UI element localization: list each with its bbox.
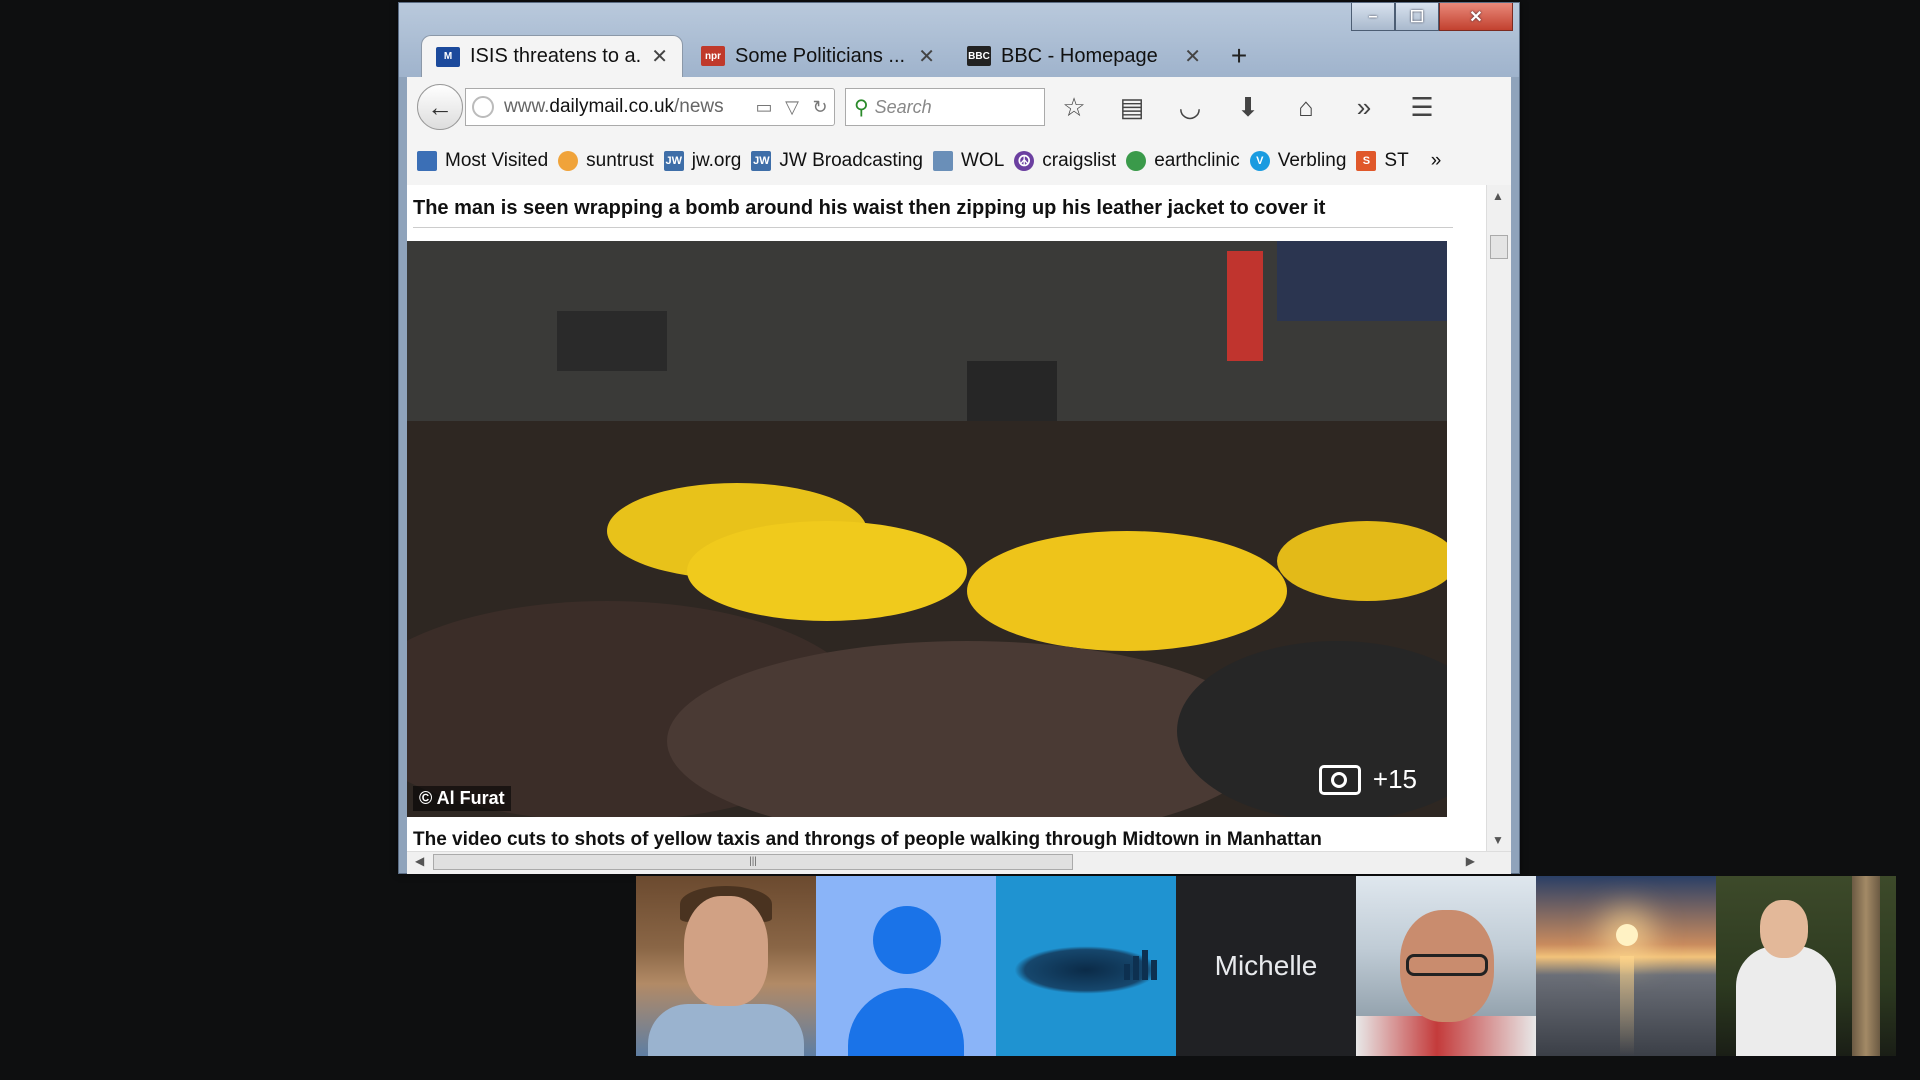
participant-name: Michelle (1214, 950, 1318, 981)
scroll-down-icon[interactable]: ▼ (1492, 833, 1504, 847)
camera-icon (1318, 764, 1361, 795)
back-button[interactable]: ← (417, 84, 463, 130)
tab-label: Some Politicians ... (735, 44, 906, 67)
st-icon: S (1356, 151, 1377, 171)
participant-video (648, 1004, 804, 1056)
pocket-icon[interactable]: ◡ (1161, 87, 1219, 127)
menu-icon[interactable]: ☰ (1393, 87, 1451, 127)
jw-icon: JW (751, 151, 772, 171)
tab-close-icon[interactable]: ✕ (1184, 44, 1201, 69)
participant-tile[interactable] (816, 876, 996, 1056)
overflow-icon[interactable]: » (1335, 87, 1393, 127)
navigation-bar: ← www.dailymail.co.uk/news ▭ ▽ ↻ ⚲ Searc… (407, 77, 1511, 137)
scroll-right-icon[interactable]: ▶ (1466, 854, 1475, 868)
participant-video (1406, 954, 1488, 976)
bookmark-earthclinic[interactable]: earthclinic (1126, 150, 1240, 172)
npr-favicon-icon: npr (701, 46, 725, 66)
article-headline: The man is seen wrapping a bomb around h… (413, 197, 1326, 219)
globe-icon (472, 96, 494, 118)
peace-icon: ☮ (1014, 151, 1035, 171)
bookmark-most-visited[interactable]: Most Visited (417, 150, 548, 172)
reading-list-icon[interactable]: ▤ (1103, 87, 1161, 127)
window-controls: – ☐ ✕ (1351, 3, 1513, 31)
bookmark-verbling[interactable]: V Verbling (1249, 150, 1346, 172)
browser-window: – ☐ ✕ M ISIS threatens to a... ✕ npr Som… (398, 2, 1520, 874)
tab-close-icon[interactable]: ✕ (918, 44, 935, 69)
bookmark-suntrust[interactable]: suntrust (558, 150, 654, 172)
bookmark-jw-broadcasting[interactable]: JW JW Broadcasting (751, 150, 923, 172)
search-icon: ⚲ (854, 96, 869, 119)
search-input[interactable]: ⚲ Search (845, 88, 1045, 126)
participant-tile[interactable]: Michelle (1176, 876, 1356, 1056)
horizontal-scrollbar[interactable]: ◀ ||| ▶ (407, 851, 1511, 874)
url-bar[interactable]: www.dailymail.co.uk/news ▭ ▽ ↻ (465, 88, 835, 126)
bookmarks-bar: Most Visited suntrust JW jw.org JW JW Broa… (407, 137, 1511, 186)
tab-strip: M ISIS threatens to a... ✕ npr Some Poli… (421, 31, 1259, 77)
maximize-button[interactable]: ☐ (1395, 3, 1439, 31)
participant-video (1356, 1016, 1536, 1056)
wol-icon (933, 151, 953, 171)
bookmark-st[interactable]: S ST (1356, 150, 1409, 172)
participant-tile[interactable] (636, 876, 816, 1056)
participant-photo (1760, 900, 1808, 958)
download-icon[interactable]: ⬇ (1219, 87, 1277, 127)
search-placeholder: Search (874, 96, 932, 117)
dailymail-favicon-icon: M (436, 46, 460, 67)
participant-strip: Michelle (636, 876, 1896, 1056)
chevron-down-icon[interactable]: ▽ (778, 97, 806, 118)
reload-icon[interactable]: ↻ (806, 97, 834, 118)
participant-logo (1124, 950, 1157, 980)
participant-photo (1852, 876, 1880, 1056)
participant-photo (1620, 956, 1634, 1056)
participant-video (684, 896, 768, 1006)
participant-tile[interactable] (996, 876, 1176, 1056)
photo-credit: © Al Furat (413, 786, 511, 811)
divider (413, 227, 1453, 228)
bookmarks-overflow-button[interactable]: » (1431, 150, 1442, 172)
star-icon[interactable]: ☆ (1045, 87, 1103, 127)
street-scene-image (407, 241, 1447, 817)
article-photo[interactable]: © Al Furat +15 (407, 241, 1447, 817)
tab-label: ISIS threatens to a... (470, 45, 644, 67)
title-bar: – ☐ ✕ M ISIS threatens to a... ✕ npr Som… (399, 3, 1519, 77)
scroll-up-icon[interactable]: ▲ (1492, 189, 1504, 203)
reader-view-icon[interactable]: ▭ (750, 97, 778, 118)
jw-icon: JW (663, 151, 684, 171)
minimize-button[interactable]: – (1351, 3, 1395, 31)
vertical-scrollbar[interactable]: ▲ ▼ (1486, 185, 1511, 851)
home-icon[interactable]: ⌂ (1277, 87, 1335, 127)
avatar-icon (873, 906, 941, 974)
tab-close-icon[interactable]: ✕ (651, 44, 668, 69)
suntrust-icon (558, 151, 579, 171)
participant-tile[interactable] (1716, 876, 1896, 1056)
bbc-favicon-icon: BBC (967, 46, 991, 66)
verbling-icon: V (1249, 151, 1270, 171)
participant-photo (1616, 924, 1638, 946)
page-content: The man is seen wrapping a bomb around h… (407, 185, 1511, 851)
participant-tile[interactable] (1536, 876, 1716, 1056)
most-visited-icon (417, 151, 437, 171)
avatar-icon (848, 988, 964, 1056)
participant-photo (1736, 946, 1836, 1056)
tab-label: BBC - Homepage (1001, 44, 1158, 67)
gallery-count: +15 (1372, 764, 1417, 794)
photo-caption: The video cuts to shots of yellow taxis … (413, 829, 1322, 850)
new-tab-button[interactable]: + (1219, 35, 1259, 77)
tab-bbc[interactable]: BBC BBC - Homepage ✕ (953, 35, 1215, 77)
url-text: www.dailymail.co.uk/news (504, 96, 724, 117)
bookmark-craigslist[interactable]: ☮ craigslist (1014, 150, 1116, 172)
participant-tile[interactable] (1356, 876, 1536, 1056)
scroll-thumb[interactable] (1490, 235, 1508, 259)
bookmark-jworg[interactable]: JW jw.org (663, 150, 741, 172)
close-button[interactable]: ✕ (1439, 3, 1513, 31)
bookmark-wol[interactable]: WOL (933, 150, 1004, 172)
gallery-button[interactable]: +15 (1318, 764, 1417, 795)
tab-npr[interactable]: npr Some Politicians ... ✕ (687, 35, 949, 77)
scroll-left-icon[interactable]: ◀ (415, 854, 424, 868)
tab-dailymail[interactable]: M ISIS threatens to a... ✕ (421, 35, 683, 77)
earthclinic-icon (1126, 151, 1147, 171)
scroll-thumb[interactable]: ||| (433, 854, 1073, 870)
